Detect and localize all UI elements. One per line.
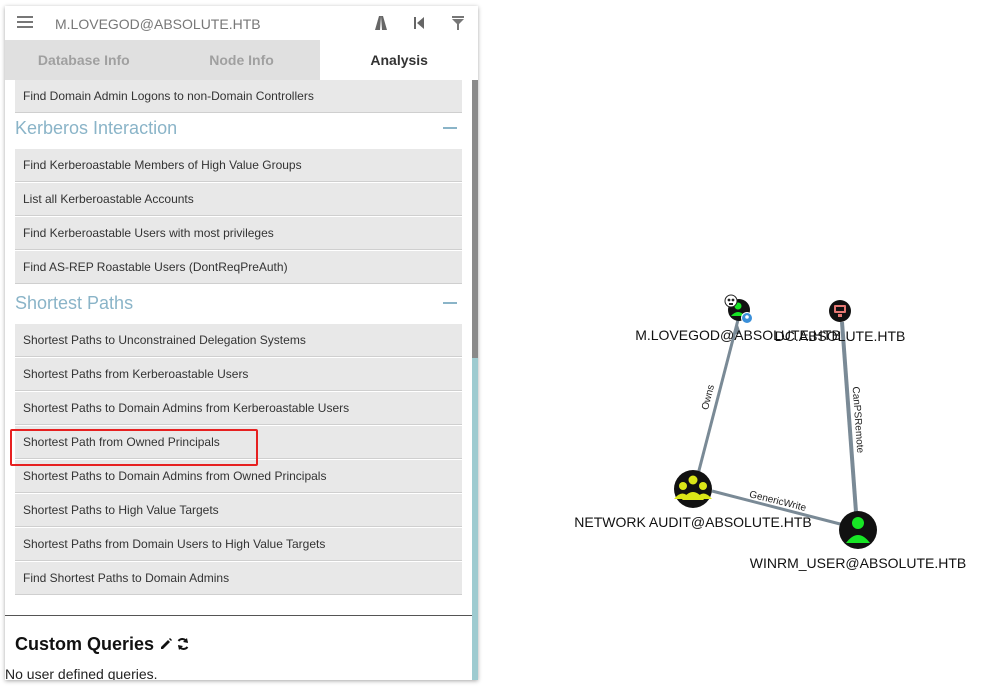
scrollbar[interactable] <box>472 80 478 680</box>
divider <box>5 615 473 616</box>
node-label-network-audit: NETWORK AUDIT@ABSOLUTE.HTB <box>574 514 811 530</box>
query-item[interactable]: Shortest Paths from Kerberoastable Users <box>15 358 462 391</box>
query-item[interactable]: Find AS-REP Roastable Users (DontReqPreA… <box>15 251 462 284</box>
query-item-owned-principals[interactable]: Shortest Path from Owned Principals <box>15 426 462 459</box>
query-item[interactable]: Find Domain Admin Logons to non-Domain C… <box>15 80 462 113</box>
query-item[interactable]: Shortest Paths to Domain Admins from Own… <box>15 460 462 493</box>
node-label-winrm: WINRM_USER@ABSOLUTE.HTB <box>750 555 966 571</box>
custom-queries-title: Custom Queries <box>15 634 155 654</box>
query-item[interactable]: List all Kerberoastable Accounts <box>15 183 462 216</box>
filter-icon[interactable] <box>449 14 467 32</box>
query-item[interactable]: Find Shortest Paths to Domain Admins <box>15 562 462 595</box>
collapse-shortest-paths-button[interactable] <box>443 302 457 304</box>
left-panel: Database Info Node Info Analysis Find Do… <box>5 6 478 680</box>
collapse-kerberos-button[interactable] <box>443 127 457 129</box>
menu-icon[interactable] <box>17 14 33 30</box>
edge-can-ps-remote[interactable]: CanPSRemote <box>840 321 865 513</box>
pathfinding-icon[interactable] <box>372 14 390 32</box>
node-label-dc: DC.ABSOLUTE.HTB <box>775 328 906 344</box>
section-title-shortest-paths: Shortest Paths <box>15 293 134 313</box>
query-item[interactable]: Find Kerberoastable Members of High Valu… <box>15 149 462 182</box>
tab-bar: Database Info Node Info Analysis <box>5 40 478 80</box>
no-queries-text: No user defined queries. <box>5 666 158 680</box>
node-computer-dc[interactable]: DC.ABSOLUTE.HTB <box>775 300 906 344</box>
query-item[interactable]: Shortest Paths to Unconstrained Delegati… <box>15 324 462 357</box>
query-item[interactable]: Shortest Paths to High Value Targets <box>15 494 462 527</box>
edit-icon[interactable] <box>159 637 173 651</box>
search-bar <box>5 6 478 40</box>
query-item[interactable]: Find Kerberoastable Users with most priv… <box>15 217 462 250</box>
search-input[interactable] <box>45 13 365 35</box>
tab-analysis[interactable]: Analysis <box>320 40 478 80</box>
tab-node-info[interactable]: Node Info <box>163 40 321 80</box>
back-icon[interactable] <box>410 14 428 32</box>
tab-database-info[interactable]: Database Info <box>5 40 163 80</box>
refresh-icon[interactable] <box>176 637 190 651</box>
scrollbar-thumb[interactable] <box>472 80 478 358</box>
query-item[interactable]: Shortest Paths to Domain Admins from Ker… <box>15 392 462 425</box>
section-title-kerberos: Kerberos Interaction <box>15 118 178 138</box>
edge-label-generic-write: GenericWrite <box>748 489 808 514</box>
analysis-panel: Find Domain Admin Logons to non-Domain C… <box>5 80 473 680</box>
location-pin-icon <box>741 312 753 324</box>
owned-skull-icon <box>724 294 738 308</box>
query-item[interactable]: Shortest Paths from Domain Users to High… <box>15 528 462 561</box>
